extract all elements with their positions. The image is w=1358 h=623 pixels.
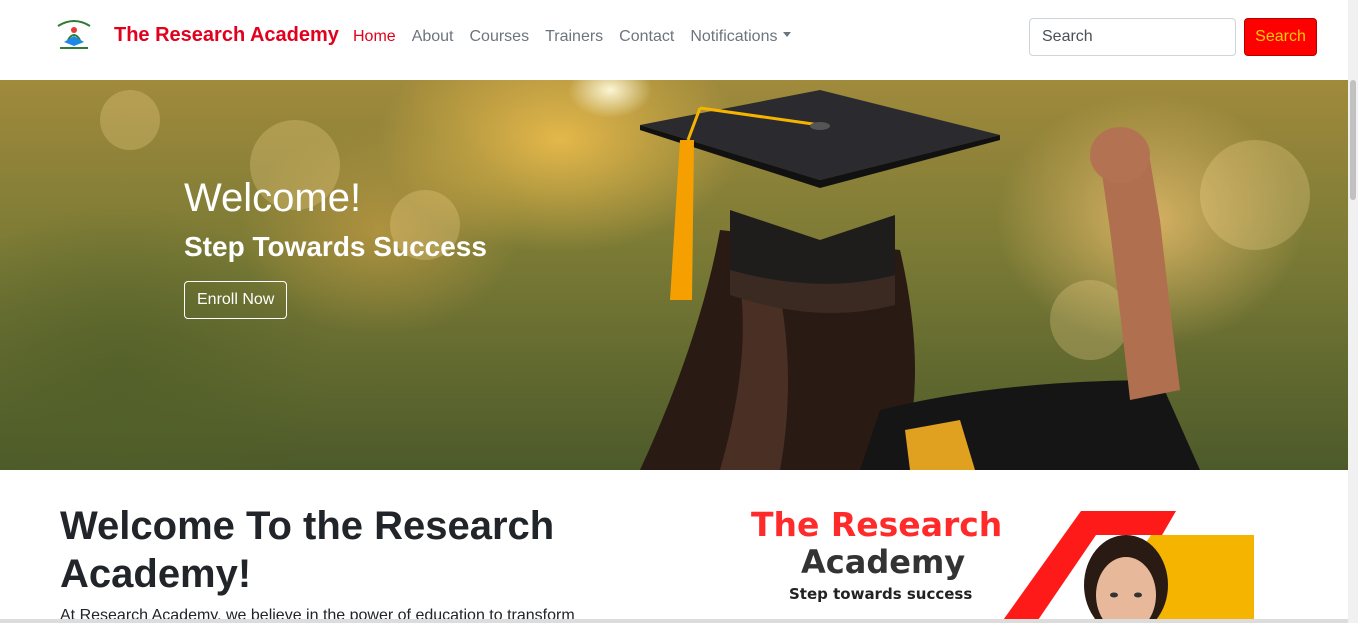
search-button[interactable]: Search <box>1244 18 1317 56</box>
nav-courses[interactable]: Courses <box>470 28 530 46</box>
search-input[interactable] <box>1029 18 1236 56</box>
nav-home[interactable]: Home <box>353 28 396 46</box>
academy-logo-icon[interactable] <box>54 16 94 52</box>
hero-carousel: Welcome! Step Towards Success Enroll Now <box>0 80 1348 470</box>
vertical-scrollbar[interactable] <box>1348 0 1358 623</box>
nav-about[interactable]: About <box>412 28 454 46</box>
nav-notifications-dropdown[interactable]: Notifications <box>690 28 792 46</box>
banner-line1: The Research <box>751 505 1002 544</box>
banner-line3: Step towards success <box>789 585 972 603</box>
banner-line2: Academy <box>801 543 965 581</box>
nav-contact[interactable]: Contact <box>619 28 674 46</box>
hero-title: Welcome! <box>184 176 362 220</box>
scrollbar-thumb[interactable] <box>1350 80 1356 200</box>
academy-banner-image: The Research Academy Step towards succes… <box>751 505 1254 623</box>
hero-caption: Welcome! Step Towards Success Enroll Now <box>184 176 487 319</box>
about-title: Welcome To the Research Academy! <box>60 504 555 596</box>
brand-name[interactable]: The Research Academy <box>114 24 339 47</box>
nav-trainers[interactable]: Trainers <box>545 28 603 46</box>
horizontal-scrollbar[interactable] <box>0 619 1348 623</box>
enroll-now-button[interactable]: Enroll Now <box>184 281 288 319</box>
nav-notifications-label: Notifications <box>690 28 778 45</box>
caret-down-icon <box>783 32 792 38</box>
nav-links: Home About Courses Trainers Contact Noti… <box>353 28 792 46</box>
navbar: The Research Academy Home About Courses … <box>0 0 1348 80</box>
hero-subtitle: Step Towards Success <box>184 231 487 262</box>
